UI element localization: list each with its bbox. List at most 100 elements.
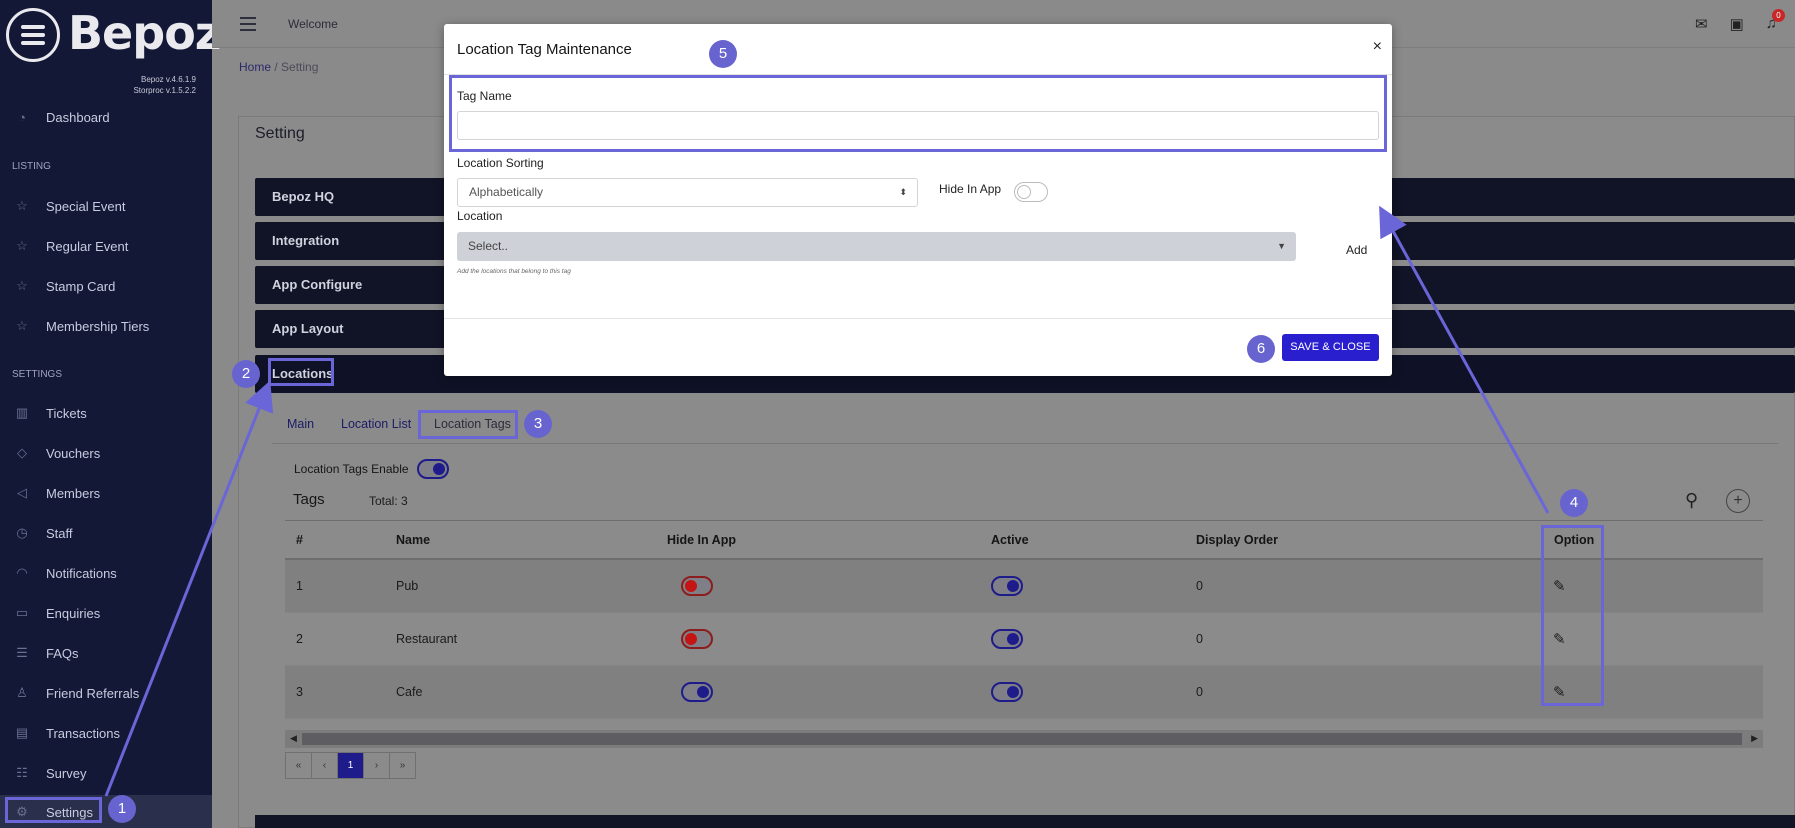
annotation-badge-2: 2 [232,360,260,388]
sidebar-item-faqs[interactable]: ☰ FAQs [0,636,212,670]
sidebar-item-label: Friend Referrals [46,685,140,701]
ticket-icon: ▥ [15,405,29,420]
tags-title: Tags [293,491,325,508]
sidebar-item-label: Regular Event [46,238,129,254]
location-placeholder: Select.. [468,239,509,253]
hide-in-app-toggle[interactable] [681,682,713,702]
annotation-badge-3: 3 [524,410,552,438]
location-hint: Add the locations that belong to this ta… [457,268,571,275]
sidebar: Bepoz Bepoz v.4.6.1.9 Storproc v.1.5.2.2… [0,0,222,828]
sidebar-item-enquiries[interactable]: ▭ Enquiries [0,596,212,630]
scroll-thumb[interactable] [302,733,1742,745]
scroll-left-icon[interactable]: ◀ [290,733,297,744]
page-last[interactable]: » [389,752,416,779]
section-listing: LISTING [12,161,51,172]
next-section-bar [255,815,1795,828]
sidebar-item-dashboard[interactable]: ◔ Dashboard [0,100,212,134]
logo: Bepoz [68,6,222,60]
user-icon: ♙ [16,685,28,700]
hide-in-app-toggle[interactable] [1014,182,1048,202]
col-name: Name [396,533,431,547]
annotation-badge-1: 1 [108,795,136,823]
add-location-button[interactable]: Add [1346,243,1367,257]
row-name: Pub [396,579,419,593]
tag-icon: ◇ [17,445,27,460]
sidebar-item-members[interactable]: ◁ Members [0,476,212,510]
menu-logo-icon[interactable] [6,8,60,62]
mail-icon[interactable]: ✉ [1695,15,1708,33]
active-toggle[interactable] [991,629,1023,649]
hide-in-app-toggle[interactable] [681,629,713,649]
modal-title: Location Tag Maintenance [457,41,632,58]
sidebar-item-membership-tiers[interactable]: ☆ Membership Tiers [0,309,212,343]
page-prev[interactable]: ‹ [311,752,338,779]
search-icon[interactable]: ⚲ [1685,490,1698,511]
bell-icon[interactable]: ♫ 0 [1766,9,1785,33]
sidebar-item-notifications[interactable]: ◠ Notifications [0,556,212,590]
location-sorting-label: Location Sorting [457,156,544,170]
tags-enable-row: Location Tags Enable [294,459,449,479]
tab-location-list[interactable]: Location List [341,417,411,431]
scroll-right-icon[interactable]: ▶ [1751,733,1758,744]
sidebar-item-vouchers[interactable]: ◇ Vouchers [0,436,212,470]
location-label: Location [457,209,503,223]
inbox-icon: ▭ [15,605,29,620]
page-current[interactable]: 1 [337,752,364,779]
annotation-box-location-tags [418,410,518,439]
row-display-order: 0 [1196,632,1203,646]
row-display-order: 0 [1196,685,1203,699]
sidebar-item-staff[interactable]: ◷ Staff [0,516,212,550]
row-display-order: 0 [1196,579,1203,593]
sidebar-item-special-event[interactable]: ☆ Special Event [0,189,212,223]
sidebar-item-label: Enquiries [46,605,101,621]
sidebar-item-survey[interactable]: ☷ Survey [0,756,212,790]
annotation-box-locations [268,358,334,386]
sidebar-item-regular-event[interactable]: ☆ Regular Event [0,229,212,263]
add-tag-button[interactable]: + [1726,489,1750,513]
location-sorting-select[interactable]: Alphabetically ⬍ [457,178,918,207]
close-icon[interactable]: × [1373,38,1382,56]
sidebar-item-stamp-card[interactable]: ☆ Stamp Card [0,269,212,303]
annotation-box-option [1541,525,1604,706]
sidebar-item-tickets[interactable]: ▥ Tickets [0,396,212,430]
breadcrumb-home[interactable]: Home [239,60,271,74]
storproc-version: Storproc v.1.5.2.2 [133,86,196,95]
bookmark-icon[interactable]: ▣ [1730,15,1744,33]
sidebar-item-transactions[interactable]: ▤ Transactions [0,716,212,750]
location-sorting-value: Alphabetically [469,185,544,199]
tags-enable-label: Location Tags Enable [294,462,409,476]
sidebar-item-label: Staff [46,525,73,541]
tab-main[interactable]: Main [287,417,314,431]
location-select[interactable]: Select.. ▼ [457,232,1296,261]
notification-badge: 0 [1772,9,1785,22]
section-settings: SETTINGS [12,369,63,380]
star-icon: ☆ [16,238,28,253]
row-num: 1 [296,579,303,593]
tags-enable-toggle[interactable] [416,459,449,479]
row-name: Restaurant [396,632,458,646]
breadcrumb-separator: / [274,60,278,74]
hamburger-icon[interactable] [240,17,256,35]
page-next[interactable]: › [363,752,390,779]
sidebar-item-label: Stamp Card [46,278,116,294]
page-first[interactable]: « [285,752,312,779]
star-icon: ☆ [16,318,28,333]
star-icon: ☆ [16,278,28,293]
sidebar-item-friend-referrals[interactable]: ♙ Friend Referrals [0,676,212,710]
hide-in-app-toggle[interactable] [681,576,713,596]
modal-footer-divider [444,318,1392,319]
sidebar-item-label: Vouchers [46,445,101,461]
list-icon: ☷ [16,765,28,780]
row-name: Cafe [396,685,423,699]
receipt-icon: ▤ [15,725,29,740]
breadcrumb-current: Setting [281,60,319,74]
sidebar-item-label: Tickets [46,405,87,421]
send-icon: ◁ [17,485,27,500]
save-close-button[interactable]: SAVE & CLOSE [1282,334,1379,361]
hide-in-app-label: Hide In App [939,182,1002,196]
horizontal-scrollbar[interactable]: ◀ ▶ [285,730,1763,748]
active-toggle[interactable] [991,576,1023,596]
sidebar-item-label: Transactions [46,725,120,741]
active-toggle[interactable] [991,682,1023,702]
top-icons: ✉ ▣ ♫ 0 [1695,9,1785,33]
